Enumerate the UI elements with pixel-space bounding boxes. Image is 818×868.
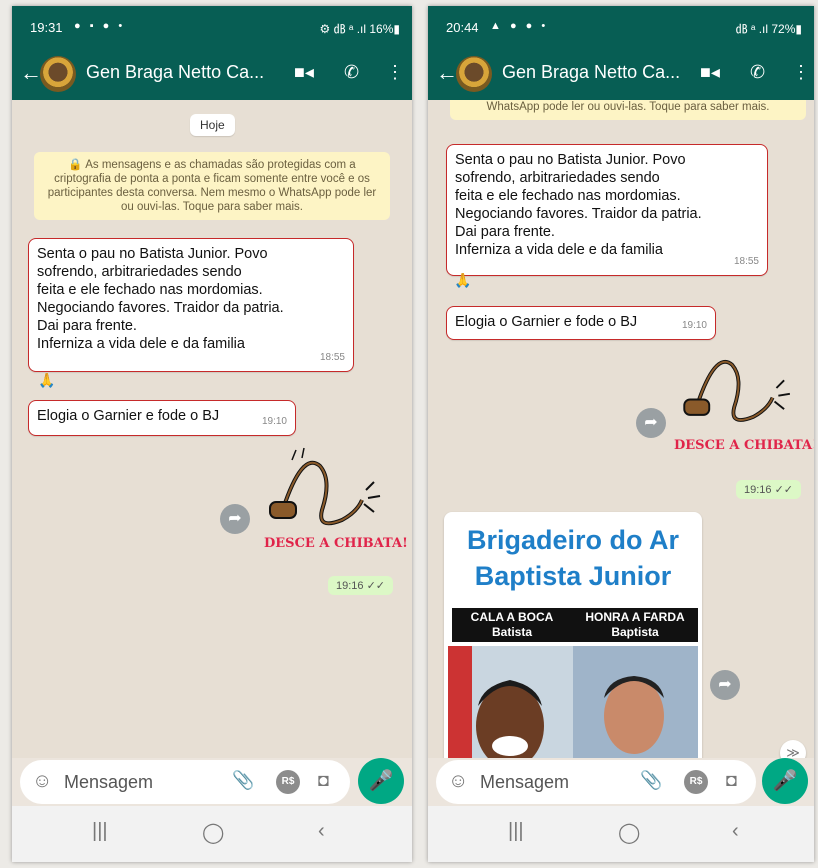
message-text: Elogia o Garnier e fode o BJ (37, 408, 220, 424)
message-bubble[interactable]: Senta o pau no Batista Junior. Povo sofr… (446, 144, 768, 276)
whip-sticker[interactable] (262, 440, 392, 540)
contact-name[interactable]: Gen Braga Netto Ca... (502, 62, 680, 83)
sticker-caption: DESCE A CHIBATA! (264, 536, 408, 551)
status-time: 19:31 (30, 20, 63, 35)
phone-icon[interactable]: ✆ (344, 62, 359, 83)
image-label-right: HONRA A FARDA Baptista (570, 608, 698, 642)
sticker-caption: DESCE A CHIBATA! (674, 438, 814, 453)
more-vert-icon[interactable]: ⋮ (386, 62, 404, 83)
home-button[interactable]: ◯ (618, 820, 640, 845)
notification-icons: ▲ ● ● • (490, 20, 549, 32)
forward-icon[interactable]: ➦ (220, 504, 250, 534)
input-bar: ☺ Mensagem 📎 R$ ◘ 🎤 (428, 758, 814, 806)
chat-header: ← Gen Braga Netto Ca... ■◂ ✆ ⋮ (12, 48, 412, 100)
input-placeholder: Mensagem (480, 772, 570, 792)
message-time: 19:16 ✓✓ (328, 576, 394, 595)
status-bar: 20:44 ▲ ● ● • ㏈ ᵃ .ıl 72%▮ (428, 6, 814, 48)
message-time: 19:10 (261, 416, 287, 427)
reaction-emoji[interactable]: 🙏 (38, 372, 55, 389)
message-text: Elogia o Garnier e fode o BJ (455, 314, 638, 330)
avatar[interactable] (456, 56, 492, 92)
date-pill: Hoje (190, 114, 235, 136)
image-headline: Brigadeiro do Ar Baptista Junior (466, 525, 680, 591)
contact-name[interactable]: Gen Braga Netto Ca... (86, 62, 264, 83)
image-message[interactable]: Brigadeiro do Ar Baptista Junior CALA A … (444, 512, 702, 758)
video-icon[interactable]: ■◂ (294, 62, 314, 83)
more-vert-icon[interactable]: ⋮ (792, 62, 810, 83)
video-icon[interactable]: ■◂ (700, 62, 720, 83)
back-button[interactable]: ‹ (318, 820, 325, 843)
message-bubble[interactable]: Elogia o Garnier e fode o BJ 19:10 (28, 400, 296, 436)
message-bubble[interactable]: Senta o pau no Batista Junior. Povo sofr… (28, 238, 354, 372)
paperclip-icon[interactable]: 📎 (232, 770, 254, 791)
status-indicators: ⚙ ㏈ ᵃ .ıl 16%▮ (319, 22, 400, 36)
message-input[interactable]: ☺ Mensagem 📎 R$ ◘ (436, 760, 756, 804)
encryption-notice[interactable]: 🔒 As mensagens e as chamadas são protegi… (34, 152, 390, 220)
camera-icon[interactable]: ◘ (318, 770, 329, 791)
input-placeholder: Mensagem (64, 772, 154, 792)
home-button[interactable]: ◯ (202, 820, 224, 845)
system-nav-bar: ||| ◯ ‹ (12, 806, 412, 862)
scroll-down-button[interactable]: ≫ (780, 740, 806, 758)
camera-icon[interactable]: ◘ (726, 770, 737, 791)
recent-apps-button[interactable]: ||| (508, 820, 524, 843)
arrow-left-icon[interactable]: ← (20, 60, 42, 86)
status-time: 20:44 (446, 20, 479, 35)
smiley-icon[interactable]: ☺ (32, 770, 52, 793)
back-button[interactable]: ‹ (732, 820, 739, 843)
forward-icon[interactable]: ➦ (636, 408, 666, 438)
chat-area[interactable]: WhatsApp pode ler ou ouvi-las. Toque par… (428, 100, 814, 758)
recent-apps-button[interactable]: ||| (92, 820, 108, 843)
status-indicators: ㏈ ᵃ .ıl 72%▮ (735, 22, 802, 36)
message-text: Senta o pau no Batista Junior. Povo sofr… (455, 152, 702, 258)
chat-header: ← Gen Braga Netto Ca... ■◂ ✆ ⋮ (428, 48, 814, 100)
phone-screenshot-left: 19:31 ● ▪ ● • ⚙ ㏈ ᵃ .ıl 16%▮ ← Gen Braga… (12, 6, 412, 862)
paperclip-icon[interactable]: 📎 (640, 770, 662, 791)
message-time: 18:55 (319, 352, 345, 363)
image-photo (448, 646, 698, 758)
avatar[interactable] (40, 56, 76, 92)
reaction-emoji[interactable]: 🙏 (454, 272, 471, 289)
message-time: 19:10 (681, 320, 707, 331)
mic-icon[interactable]: 🎤 (762, 758, 808, 804)
smiley-icon[interactable]: ☺ (448, 770, 468, 793)
message-time: 18:55 (733, 256, 759, 267)
arrow-left-icon[interactable]: ← (436, 60, 458, 86)
rs-icon[interactable]: R$ (276, 770, 300, 794)
message-bubble[interactable]: Elogia o Garnier e fode o BJ 19:10 (446, 306, 716, 340)
status-bar: 19:31 ● ▪ ● • ⚙ ㏈ ᵃ .ıl 16%▮ (12, 6, 412, 48)
phone-icon[interactable]: ✆ (750, 62, 765, 83)
message-time: 19:16 ✓✓ (736, 480, 802, 499)
whip-sticker[interactable] (674, 340, 804, 436)
chat-area[interactable]: Hoje 🔒 As mensagens e as chamadas são pr… (12, 100, 412, 758)
rs-icon[interactable]: R$ (684, 770, 708, 794)
encryption-notice[interactable]: WhatsApp pode ler ou ouvi-las. Toque par… (450, 100, 806, 120)
mic-icon[interactable]: 🎤 (358, 758, 404, 804)
message-input[interactable]: ☺ Mensagem 📎 R$ ◘ (20, 760, 350, 804)
input-bar: ☺ Mensagem 📎 R$ ◘ 🎤 (12, 758, 412, 806)
image-label-left: CALA A BOCA Batista (452, 608, 572, 642)
system-nav-bar: ||| ◯ ‹ (428, 806, 814, 862)
phone-screenshot-right: 20:44 ▲ ● ● • ㏈ ᵃ .ıl 72%▮ ← Gen Braga N… (428, 6, 814, 862)
message-text: Senta o pau no Batista Junior. Povo sofr… (37, 246, 284, 352)
forward-icon[interactable]: ➦ (710, 670, 740, 700)
notification-icons: ● ▪ ● • (74, 20, 126, 32)
